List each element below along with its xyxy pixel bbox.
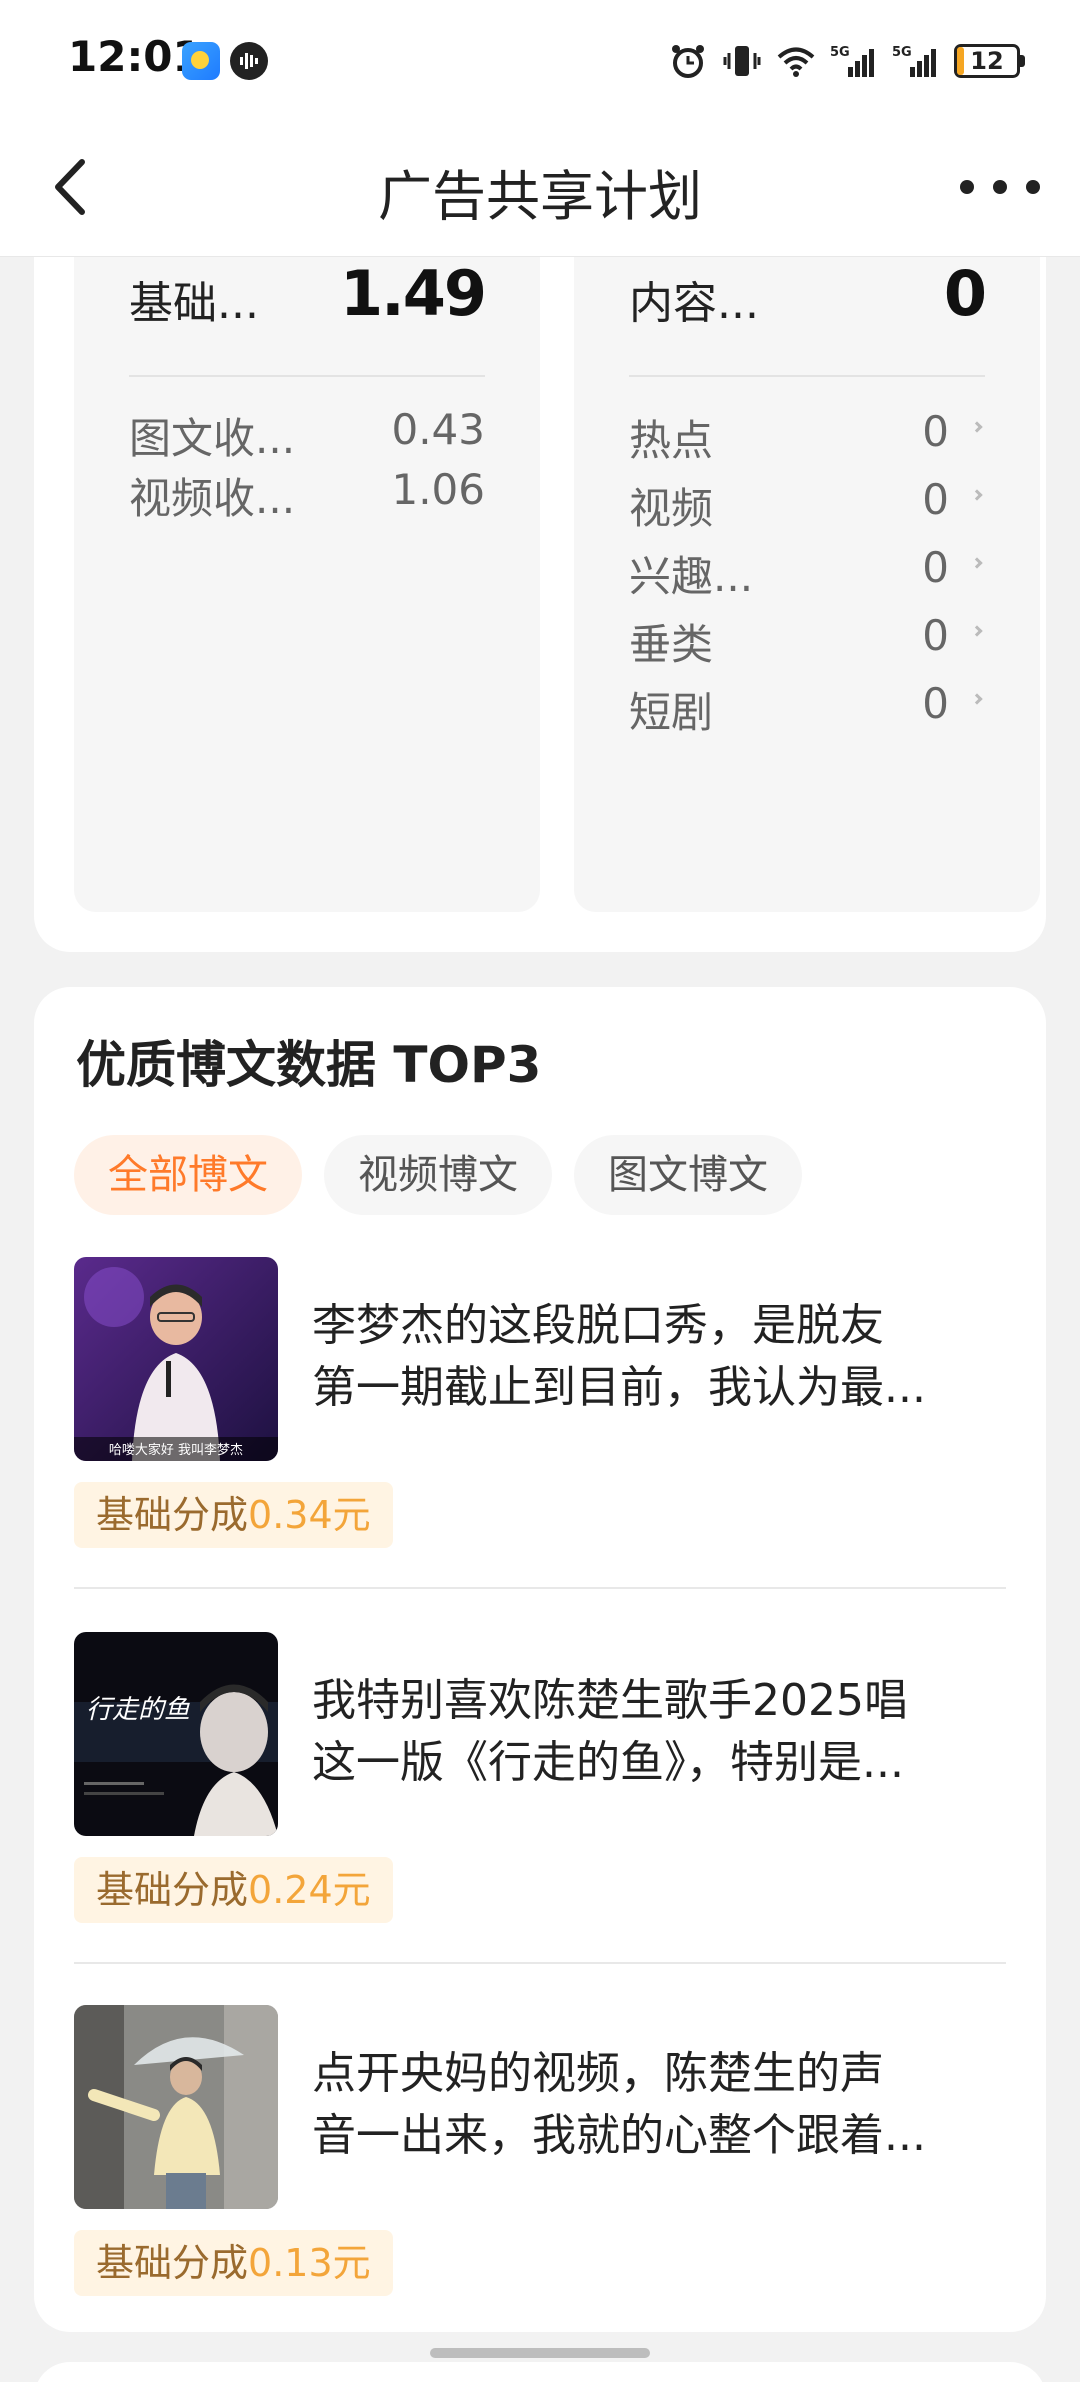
base-earnings-panel[interactable]: 基础... 1.49 图文收... 0.43 视频收... 1.06	[74, 257, 540, 912]
row-label: 视频收...	[129, 474, 296, 523]
status-bar: 12:01 5G 5G 12	[0, 0, 1080, 122]
row-value: 0	[922, 407, 949, 456]
wifi-icon	[777, 47, 815, 77]
excerpt-line: 李梦杰的这段脱口秀，是脱友	[312, 1300, 884, 1351]
battery-icon: 12	[954, 44, 1025, 78]
row-label: 垂类	[629, 620, 714, 669]
post-thumbnail: 哈喽大家好 我叫李梦杰	[74, 1257, 278, 1461]
chevron-right-icon	[971, 489, 983, 501]
chevron-right-icon	[971, 557, 983, 569]
divider	[74, 1587, 1006, 1589]
section-title: 优质博文数据 TOP3	[76, 1036, 542, 1094]
thumbnail-caption: 行走的鱼	[86, 1695, 190, 1725]
row-label: 视频	[629, 484, 714, 533]
row-label: 图文收...	[129, 414, 296, 463]
post-excerpt: 李梦杰的这段脱口秀，是脱友 第一期截止到目前，我认为最...	[312, 1295, 1006, 1419]
weather-icon	[182, 42, 220, 80]
post-excerpt: 我特别喜欢陈楚生歌手2025唱 这一版《行走的鱼》，特别是...	[312, 1670, 1006, 1794]
network-label: 5G	[892, 45, 912, 60]
post-thumbnail	[74, 2005, 278, 2209]
earnings-row: 图文收... 0.43	[129, 405, 485, 465]
excerpt-line: 点开央妈的视频，陈楚生的声	[312, 2048, 884, 2099]
row-value: 0	[922, 611, 949, 660]
row-value: 0	[922, 475, 949, 524]
post-filter-tabs: 全部博文 视频博文 图文博文	[74, 1135, 802, 1215]
badge-amount: 0.34元	[248, 1493, 371, 1537]
earnings-row[interactable]: 短剧 0	[629, 679, 985, 739]
base-earnings-value: 1.49	[340, 257, 487, 330]
post-excerpt: 点开央妈的视频，陈楚生的声 音一出来，我就的心整个跟着...	[312, 2043, 1006, 2167]
vibrate-icon	[723, 46, 761, 76]
top-posts-card: 优质博文数据 TOP3 全部博文 视频博文 图文博文 哈喽大家好 我叫李梦杰 李…	[34, 987, 1046, 2332]
earnings-card: 基础... 1.49 图文收... 0.43 视频收... 1.06 内容...…	[34, 257, 1046, 952]
badge-label: 基础分成	[96, 2241, 249, 2285]
row-label: 短剧	[629, 688, 714, 737]
content-earnings-label: 内容...	[629, 278, 759, 329]
row-label: 热点	[629, 416, 714, 465]
badge-label: 基础分成	[96, 1493, 249, 1537]
post-thumbnail: 行走的鱼	[74, 1632, 278, 1836]
post-item[interactable]: 行走的鱼 我特别喜欢陈楚生歌手2025唱 这一版《行走的鱼》，特别是... 基础…	[74, 1632, 1006, 1962]
row-label: 兴趣...	[629, 552, 754, 601]
excerpt-line: 第一期截止到目前，我认为最...	[312, 1362, 926, 1413]
content-earnings-value: 0	[943, 257, 987, 330]
earnings-row: 视频收... 1.06	[129, 465, 485, 525]
panel-header: 基础... 1.49	[129, 257, 487, 377]
earnings-row[interactable]: 视频 0	[629, 475, 985, 535]
home-indicator[interactable]	[430, 2348, 650, 2358]
row-value: 1.06	[391, 465, 485, 514]
signal-5g-icon: 5G	[892, 45, 936, 77]
tab-all-posts[interactable]: 全部博文	[74, 1135, 302, 1215]
network-label: 5G	[830, 45, 850, 60]
nav-bar: 广告共享计划	[0, 122, 1080, 257]
chevron-right-icon	[971, 693, 983, 705]
battery-fill	[957, 47, 965, 75]
thumbnail-caption: 哈喽大家好 我叫李梦杰	[109, 1442, 243, 1458]
divider	[74, 1962, 1006, 1964]
post-item[interactable]: 哈喽大家好 我叫李梦杰 李梦杰的这段脱口秀，是脱友 第一期截止到目前，我认为最.…	[74, 1257, 1006, 1587]
row-value: 0	[922, 543, 949, 592]
panel-header: 内容... 0	[629, 257, 987, 377]
earnings-badge: 基础分成0.24元	[74, 1857, 393, 1923]
status-icons: 5G 5G 12	[668, 38, 1025, 84]
next-card-peek	[34, 2362, 1046, 2382]
voice-icon	[230, 42, 268, 80]
earnings-row[interactable]: 兴趣... 0	[629, 543, 985, 603]
content-earnings-panel[interactable]: 内容... 0 热点 0 视频 0 兴趣... 0 垂类 0 短剧 0	[574, 257, 1040, 912]
signal-5g-icon: 5G	[830, 45, 874, 77]
earnings-row[interactable]: 垂类 0	[629, 611, 985, 671]
base-earnings-label: 基础...	[129, 278, 259, 329]
battery-level: 12	[970, 47, 1004, 75]
page-title: 广告共享计划	[378, 165, 702, 228]
badge-amount: 0.13元	[248, 2241, 371, 2285]
earnings-row[interactable]: 热点 0	[629, 407, 985, 467]
excerpt-line: 这一版《行走的鱼》，特别是...	[312, 1737, 904, 1788]
earnings-badge: 基础分成0.34元	[74, 1482, 393, 1548]
more-icon[interactable]	[960, 162, 1040, 212]
excerpt-line: 我特别喜欢陈楚生歌手2025唱	[312, 1675, 908, 1726]
row-value: 0.43	[391, 405, 485, 454]
badge-label: 基础分成	[96, 1868, 249, 1912]
post-item[interactable]: 点开央妈的视频，陈楚生的声 音一出来，我就的心整个跟着... 基础分成0.13元	[74, 2005, 1006, 2335]
badge-amount: 0.24元	[248, 1868, 371, 1912]
alarm-icon	[672, 45, 704, 78]
row-value: 0	[922, 679, 949, 728]
chevron-right-icon	[971, 625, 983, 637]
tab-video-posts[interactable]: 视频博文	[324, 1135, 552, 1215]
excerpt-line: 音一出来，我就的心整个跟着...	[312, 2110, 926, 2161]
tab-image-posts[interactable]: 图文博文	[574, 1135, 802, 1215]
chevron-right-icon	[971, 421, 983, 433]
earnings-badge: 基础分成0.13元	[74, 2230, 393, 2296]
